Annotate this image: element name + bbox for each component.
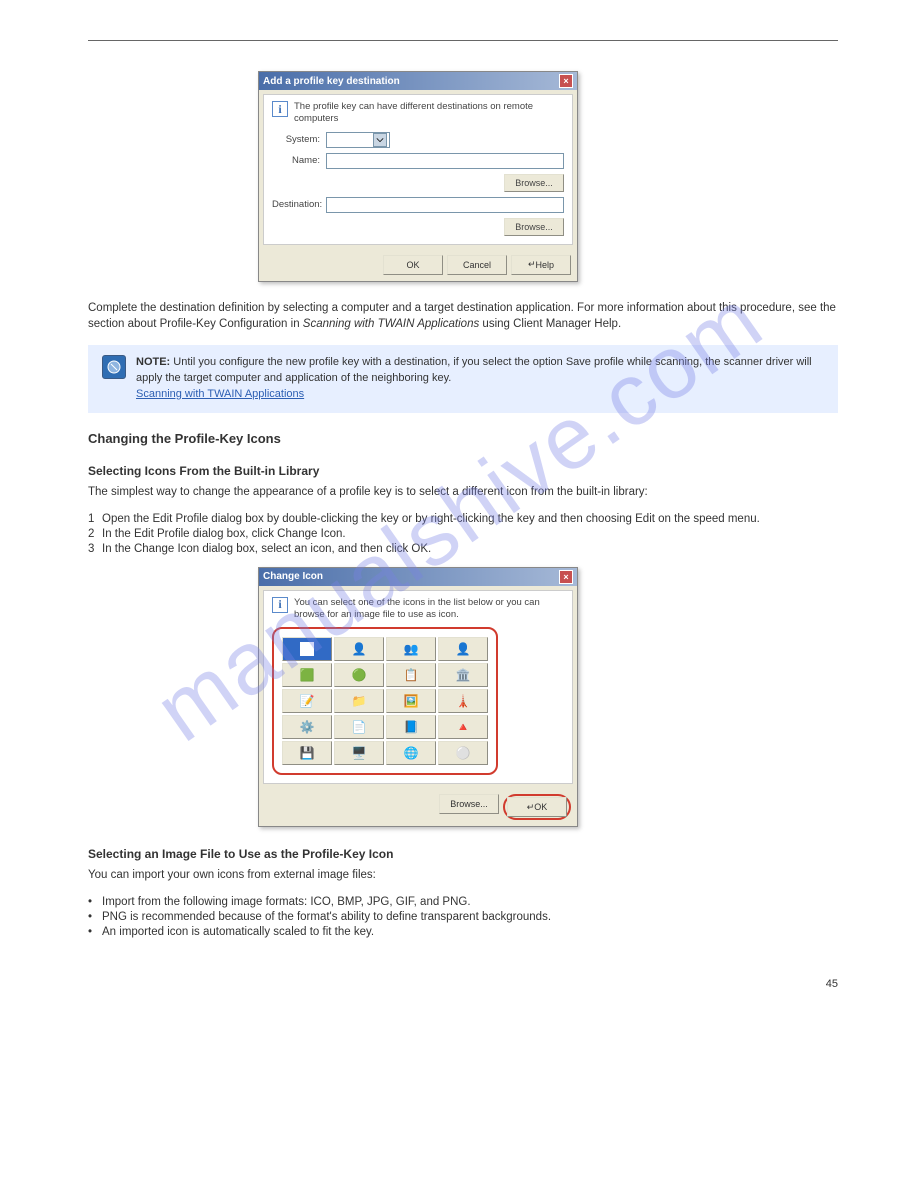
icon-option[interactable]: 📋	[386, 663, 436, 687]
destination-input[interactable]	[326, 197, 564, 213]
step-num-2: 2	[88, 528, 94, 540]
name-label: Name:	[272, 155, 320, 166]
note-link[interactable]: Scanning with TWAIN Applications	[136, 388, 304, 400]
icon-option[interactable]: 🖼️	[386, 689, 436, 713]
icon-option[interactable]: 🟩	[282, 663, 332, 687]
step-1: Open the Edit Profile dialog box by doub…	[102, 513, 760, 525]
name-input[interactable]	[326, 153, 564, 169]
ok-button[interactable]: OK	[383, 255, 443, 275]
icon-option[interactable]: 📝	[282, 689, 332, 713]
icon-option[interactable]: 👥	[386, 637, 436, 661]
dialog-titlebar: Add a profile key destination ×	[259, 72, 577, 90]
cancel-button[interactable]: Cancel	[447, 255, 507, 275]
close-icon[interactable]: ×	[559, 570, 573, 584]
destination-label: Destination:	[272, 199, 320, 210]
bullet-2: PNG is recommended because of the format…	[102, 911, 551, 923]
browse-button-2[interactable]: Browse...	[504, 218, 564, 236]
dialog2-titlebar: Change Icon ×	[259, 568, 577, 586]
info-icon: i	[272, 101, 288, 117]
icon-option[interactable]: 💾	[282, 741, 332, 765]
step-3: In the Change Icon dialog box, select an…	[102, 543, 431, 555]
add-profile-key-dialog: Add a profile key destination × i The pr…	[258, 71, 578, 282]
icon-option[interactable]: 📁	[334, 689, 384, 713]
icon-option[interactable]: 👤	[334, 637, 384, 661]
paragraph-dest: Complete the destination definition by s…	[88, 300, 838, 333]
icon-grid: 👤 👥 👤 🟩 🟢 📋 🏛️ 📝 📁 🖼️ 🗼 ⚙️ 📄 📘	[276, 631, 494, 771]
icon-option[interactable]: 👤	[438, 637, 488, 661]
step-num-1: 1	[88, 513, 94, 525]
icon-option[interactable]: ⚙️	[282, 715, 332, 739]
page-number: 45	[88, 978, 838, 990]
dialog-title: Add a profile key destination	[263, 76, 559, 87]
close-icon[interactable]: ×	[559, 74, 573, 88]
help-button[interactable]: ↵ Help	[511, 255, 571, 275]
system-select[interactable]	[326, 132, 390, 148]
icon-option[interactable]: ⚪	[438, 741, 488, 765]
para-import: You can import your own icons from exter…	[88, 867, 838, 884]
icon-option[interactable]: 📘	[386, 715, 436, 739]
dialog-info-text: The profile key can have different desti…	[294, 101, 564, 126]
icon-option[interactable]: 🌐	[386, 741, 436, 765]
icon-option[interactable]: 📄	[334, 715, 384, 739]
icon-option[interactable]: 🖥️	[334, 741, 384, 765]
heading-select-image: Selecting an Image File to Use as the Pr…	[88, 847, 838, 861]
heading-change-icons: Changing the Profile-Key Icons	[88, 431, 838, 446]
change-icon-dialog: Change Icon × i You can select one of th…	[258, 567, 578, 828]
icon-option[interactable]: 🟢	[334, 663, 384, 687]
dialog2-info: You can select one of the icons in the l…	[294, 597, 564, 622]
step-2: In the Edit Profile dialog box, click Ch…	[102, 528, 346, 540]
ok-button[interactable]: ↵ OK	[507, 797, 567, 817]
note-box: NOTE: Until you configure the new profil…	[88, 345, 838, 413]
ok-highlight: ↵ OK	[503, 794, 571, 820]
icon-grid-highlight: 👤 👥 👤 🟩 🟢 📋 🏛️ 📝 📁 🖼️ 🗼 ⚙️ 📄 📘	[272, 627, 498, 775]
system-label: System:	[272, 134, 320, 145]
browse-button[interactable]: Browse...	[504, 174, 564, 192]
dialog2-title: Change Icon	[263, 571, 559, 582]
icon-option-selected[interactable]	[282, 637, 332, 661]
icon-option[interactable]: 🔺	[438, 715, 488, 739]
icon-option[interactable]: 🗼	[438, 689, 488, 713]
info-icon: i	[272, 597, 288, 613]
note-text: Until you configure the new profile key …	[136, 356, 812, 384]
note-icon	[102, 355, 126, 379]
bullet-3: An imported icon is automatically scaled…	[102, 926, 374, 938]
browse-button[interactable]: Browse...	[439, 794, 499, 814]
bullet-1: Import from the following image formats:…	[102, 896, 471, 908]
icon-option[interactable]: 🏛️	[438, 663, 488, 687]
note-title: NOTE:	[136, 356, 173, 368]
para-builtin: The simplest way to change the appearanc…	[88, 484, 838, 501]
heading-builtin: Selecting Icons From the Built-in Librar…	[88, 464, 838, 478]
top-rule	[88, 40, 838, 41]
step-num-3: 3	[88, 543, 94, 555]
